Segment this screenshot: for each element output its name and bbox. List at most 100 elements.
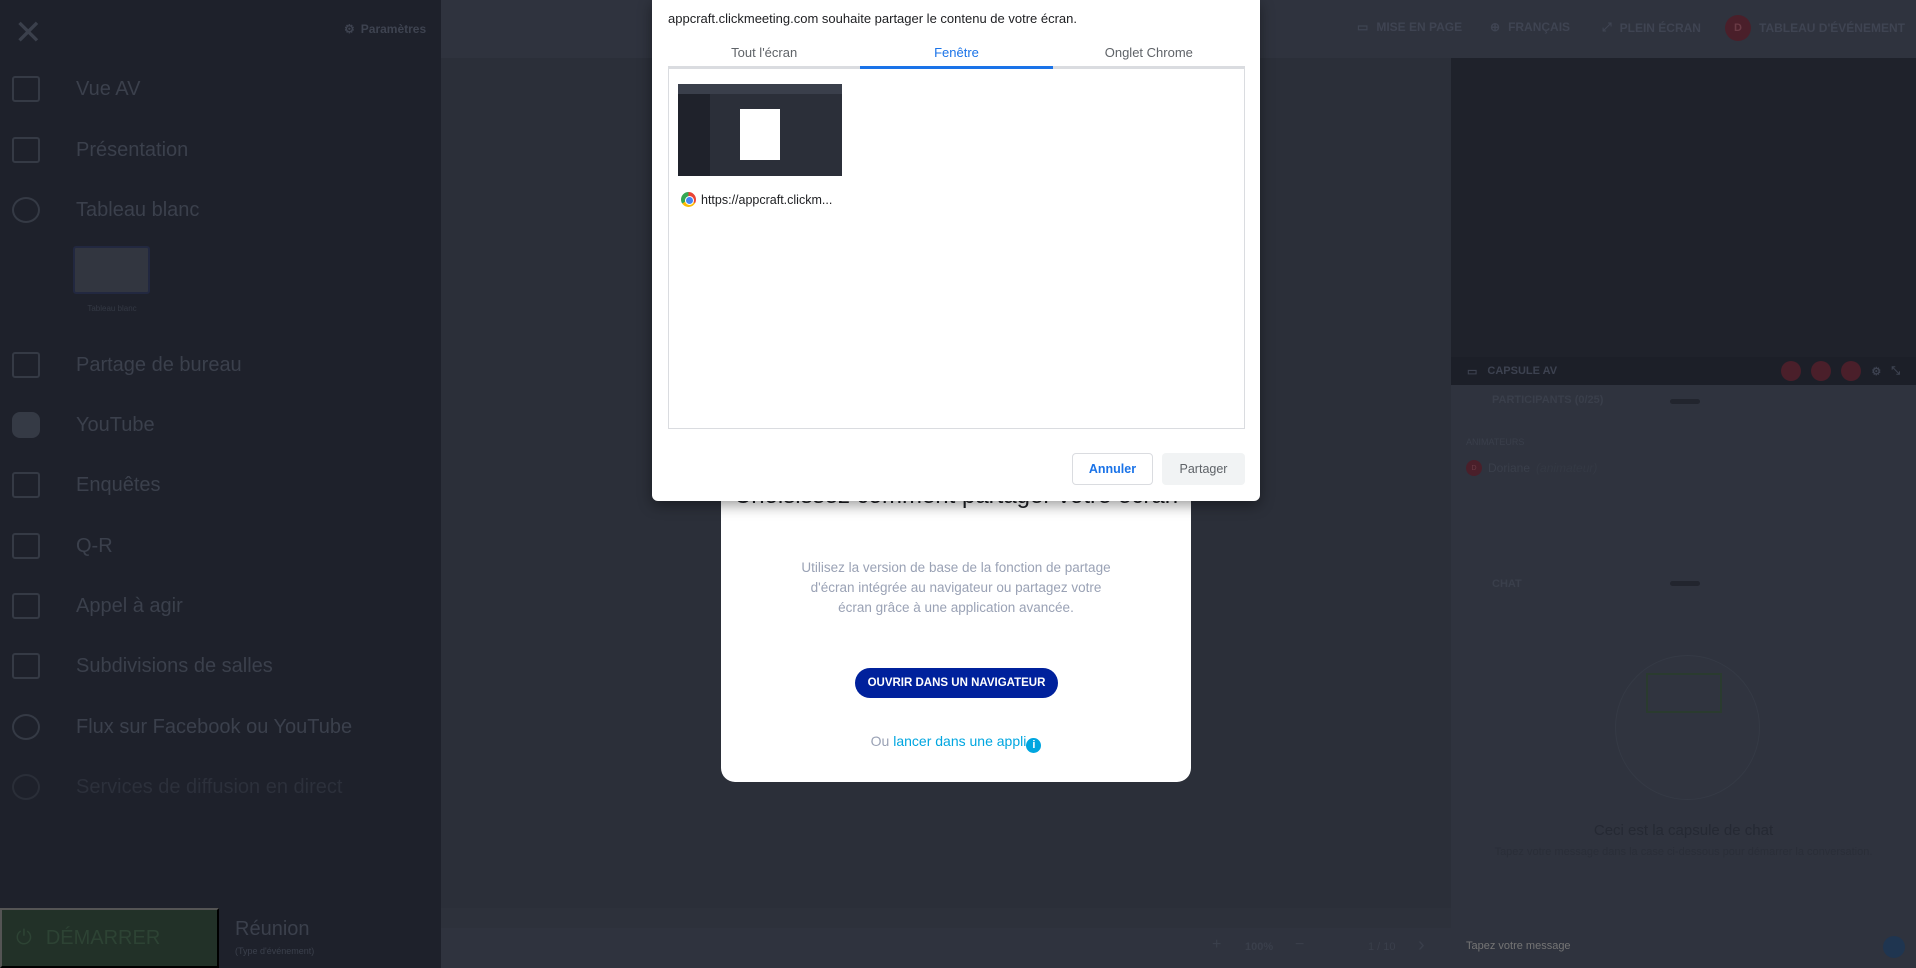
participant-name: Doriane (1488, 461, 1531, 475)
sidebar-item-youtube[interactable]: YouTube (12, 412, 155, 438)
sidebar-item-label: Présentation (76, 138, 189, 161)
launch-app-line: Ou lancer dans une appli i (721, 733, 1191, 753)
send-button[interactable] (1883, 936, 1905, 958)
event-type-label: Réunion (235, 918, 310, 940)
sidebar-item-label: Services de diffusion en direct (76, 775, 343, 798)
sidebar-item-whiteboard[interactable]: Tableau blanc (12, 197, 199, 223)
stream-icon (12, 714, 40, 740)
chat-input[interactable] (1466, 936, 1826, 956)
zoom-level: 100% (1245, 941, 1274, 953)
whiteboard-thumbnail-label: Tableau blanc (87, 304, 137, 313)
language-label: FRANÇAIS (1508, 20, 1571, 34)
zoom-out-button[interactable]: − (1295, 936, 1304, 954)
participant-role: (animateur) (1536, 461, 1598, 475)
sidebar-item-label: YouTube (76, 413, 155, 436)
sidebar-item-av[interactable]: Vue AV (12, 76, 141, 102)
survey-icon (12, 472, 40, 498)
avatar: D (1466, 460, 1482, 476)
power-icon: ⏻ (16, 926, 32, 949)
layout-button[interactable]: ▭ MISE EN PAGE (1357, 20, 1462, 34)
video-area (1451, 58, 1916, 385)
start-button[interactable]: ⏻ DÉMARRER (0, 908, 219, 968)
globe-icon: ⊕ (1490, 20, 1501, 34)
mic-off-icon[interactable] (1811, 361, 1832, 381)
fullscreen-button[interactable]: ⤢ PLEIN ÉCRAN (1602, 20, 1701, 35)
gear-icon: ⚙ (344, 22, 355, 36)
sidebar-item-label: Vue AV (76, 77, 141, 100)
youtube-icon (12, 412, 40, 438)
screen-share-dialog: appcraft.clickmeeting.com souhaite parta… (652, 0, 1260, 501)
sidebar-item-breakout[interactable]: Subdivisions de salles (12, 653, 273, 679)
resize-handle[interactable] (1670, 399, 1700, 404)
sidebar-item-label: Enquêtes (76, 473, 161, 496)
sidebar-item-label: Partage de bureau (76, 353, 242, 376)
zoom-in-button[interactable]: + (1212, 936, 1221, 954)
page-indicator: 1 / 10 (1368, 941, 1396, 953)
language-button[interactable]: ⊕ FRANÇAIS (1490, 20, 1570, 34)
chrome-icon (681, 192, 696, 207)
tab-window[interactable]: Fenêtre (860, 45, 1053, 69)
dialog-title: appcraft.clickmeeting.com souhaite parta… (668, 11, 1078, 26)
minimize-icon[interactable]: ⤡ (1891, 365, 1900, 378)
layout-icon: ▭ (1357, 20, 1369, 34)
avatar: D (1725, 15, 1751, 41)
whiteboard-thumbnail[interactable] (73, 246, 150, 294)
event-board-label: TABLEAU D'ÉVÉNEMENT (1759, 21, 1905, 35)
sidebar-item-label: Q-R (76, 534, 113, 557)
sidebar-item-stream[interactable]: Flux sur Facebook ou YouTube (12, 714, 352, 740)
camera-off-icon[interactable] (1781, 361, 1802, 381)
window-list: https://appcraft.clickm... (668, 69, 1245, 429)
tab-chrome-tab[interactable]: Onglet Chrome (1053, 45, 1245, 69)
window-item[interactable]: https://appcraft.clickm... (681, 192, 832, 207)
modal-description: Utilisez la version de base de la foncti… (801, 560, 1111, 615)
window-url: https://appcraft.clickm... (701, 192, 833, 207)
share-tabs: Tout l'écran Fenêtre Onglet Chrome (668, 42, 1245, 69)
event-type-sub: (Type d'événement) (235, 946, 315, 956)
close-icon[interactable]: ✕ (14, 16, 43, 50)
call-to-action-icon (12, 593, 40, 619)
sidebar-item-label: Tableau blanc (76, 198, 200, 221)
launch-app-link[interactable]: lancer dans une appli (893, 733, 1026, 749)
video-camera-icon: ▭ (1467, 365, 1478, 378)
chat-empty-title: Ceci est la capsule de chat (1593, 822, 1774, 839)
sidebar-item-label: Flux sur Facebook ou YouTube (76, 715, 353, 738)
sidebar-item-label: Appel à agir (76, 594, 183, 617)
chat-empty-subtitle: Tapez votre message dans la case ci-dess… (1494, 846, 1873, 858)
broadcast-icon (12, 774, 40, 800)
gear-icon[interactable]: ⚙ (1871, 365, 1881, 378)
tab-entire-screen[interactable]: Tout l'écran (668, 45, 860, 69)
sidebar-item-cta[interactable]: Appel à agir (12, 593, 183, 619)
info-icon[interactable]: i (1026, 738, 1042, 753)
pencil-icon (12, 197, 40, 223)
open-in-browser-button[interactable]: OUVRIR DANS UN NAVIGATEUR (855, 668, 1058, 698)
sidebar-item-presentation[interactable]: Présentation (12, 137, 188, 163)
event-board-button[interactable]: D TABLEAU D'ÉVÉNEMENT (1725, 15, 1905, 41)
cancel-button[interactable]: Annuler (1072, 453, 1153, 485)
capsule-av-title: CAPSULE AV (1487, 365, 1558, 377)
or-label: Ou (870, 733, 890, 749)
sidebar-item-broadcast[interactable]: Services de diffusion en direct (12, 774, 342, 800)
settings-button[interactable]: ⚙ Paramètres (344, 22, 426, 36)
presentation-icon (12, 137, 40, 163)
breakout-rooms-icon (12, 653, 40, 679)
participant-row[interactable]: D Doriane (animateur) (1466, 460, 1597, 476)
megaphone-icon (12, 533, 40, 559)
participants-title: PARTICIPANTS (0/25) (1492, 394, 1604, 406)
layout-label: MISE EN PAGE (1376, 20, 1463, 34)
fullscreen-icon: ⤢ (1602, 20, 1612, 34)
settings-label: Paramètres (360, 22, 427, 36)
sidebar-item-desktop-share[interactable]: Partage de bureau (12, 352, 242, 378)
next-page-icon[interactable]: › (1418, 934, 1425, 957)
event-type[interactable]: Réunion (Type d'événement) (235, 918, 314, 959)
window-thumbnail[interactable] (678, 84, 842, 176)
capsule-av-bar: ▭ CAPSULE AV ⚙ ⤡ (1451, 357, 1916, 385)
chat-bubble-icon (1646, 673, 1722, 713)
sidebar-item-surveys[interactable]: Enquêtes (12, 472, 161, 498)
screen-off-icon[interactable] (1841, 361, 1862, 381)
chat-title: CHAT (1492, 578, 1522, 590)
resize-handle[interactable] (1670, 581, 1700, 586)
sidebar-item-qa[interactable]: Q-R (12, 533, 113, 559)
fullscreen-label: PLEIN ÉCRAN (1619, 20, 1701, 35)
share-button[interactable]: Partager (1162, 453, 1245, 485)
animators-heading: ANIMATEURS (1466, 437, 1525, 447)
